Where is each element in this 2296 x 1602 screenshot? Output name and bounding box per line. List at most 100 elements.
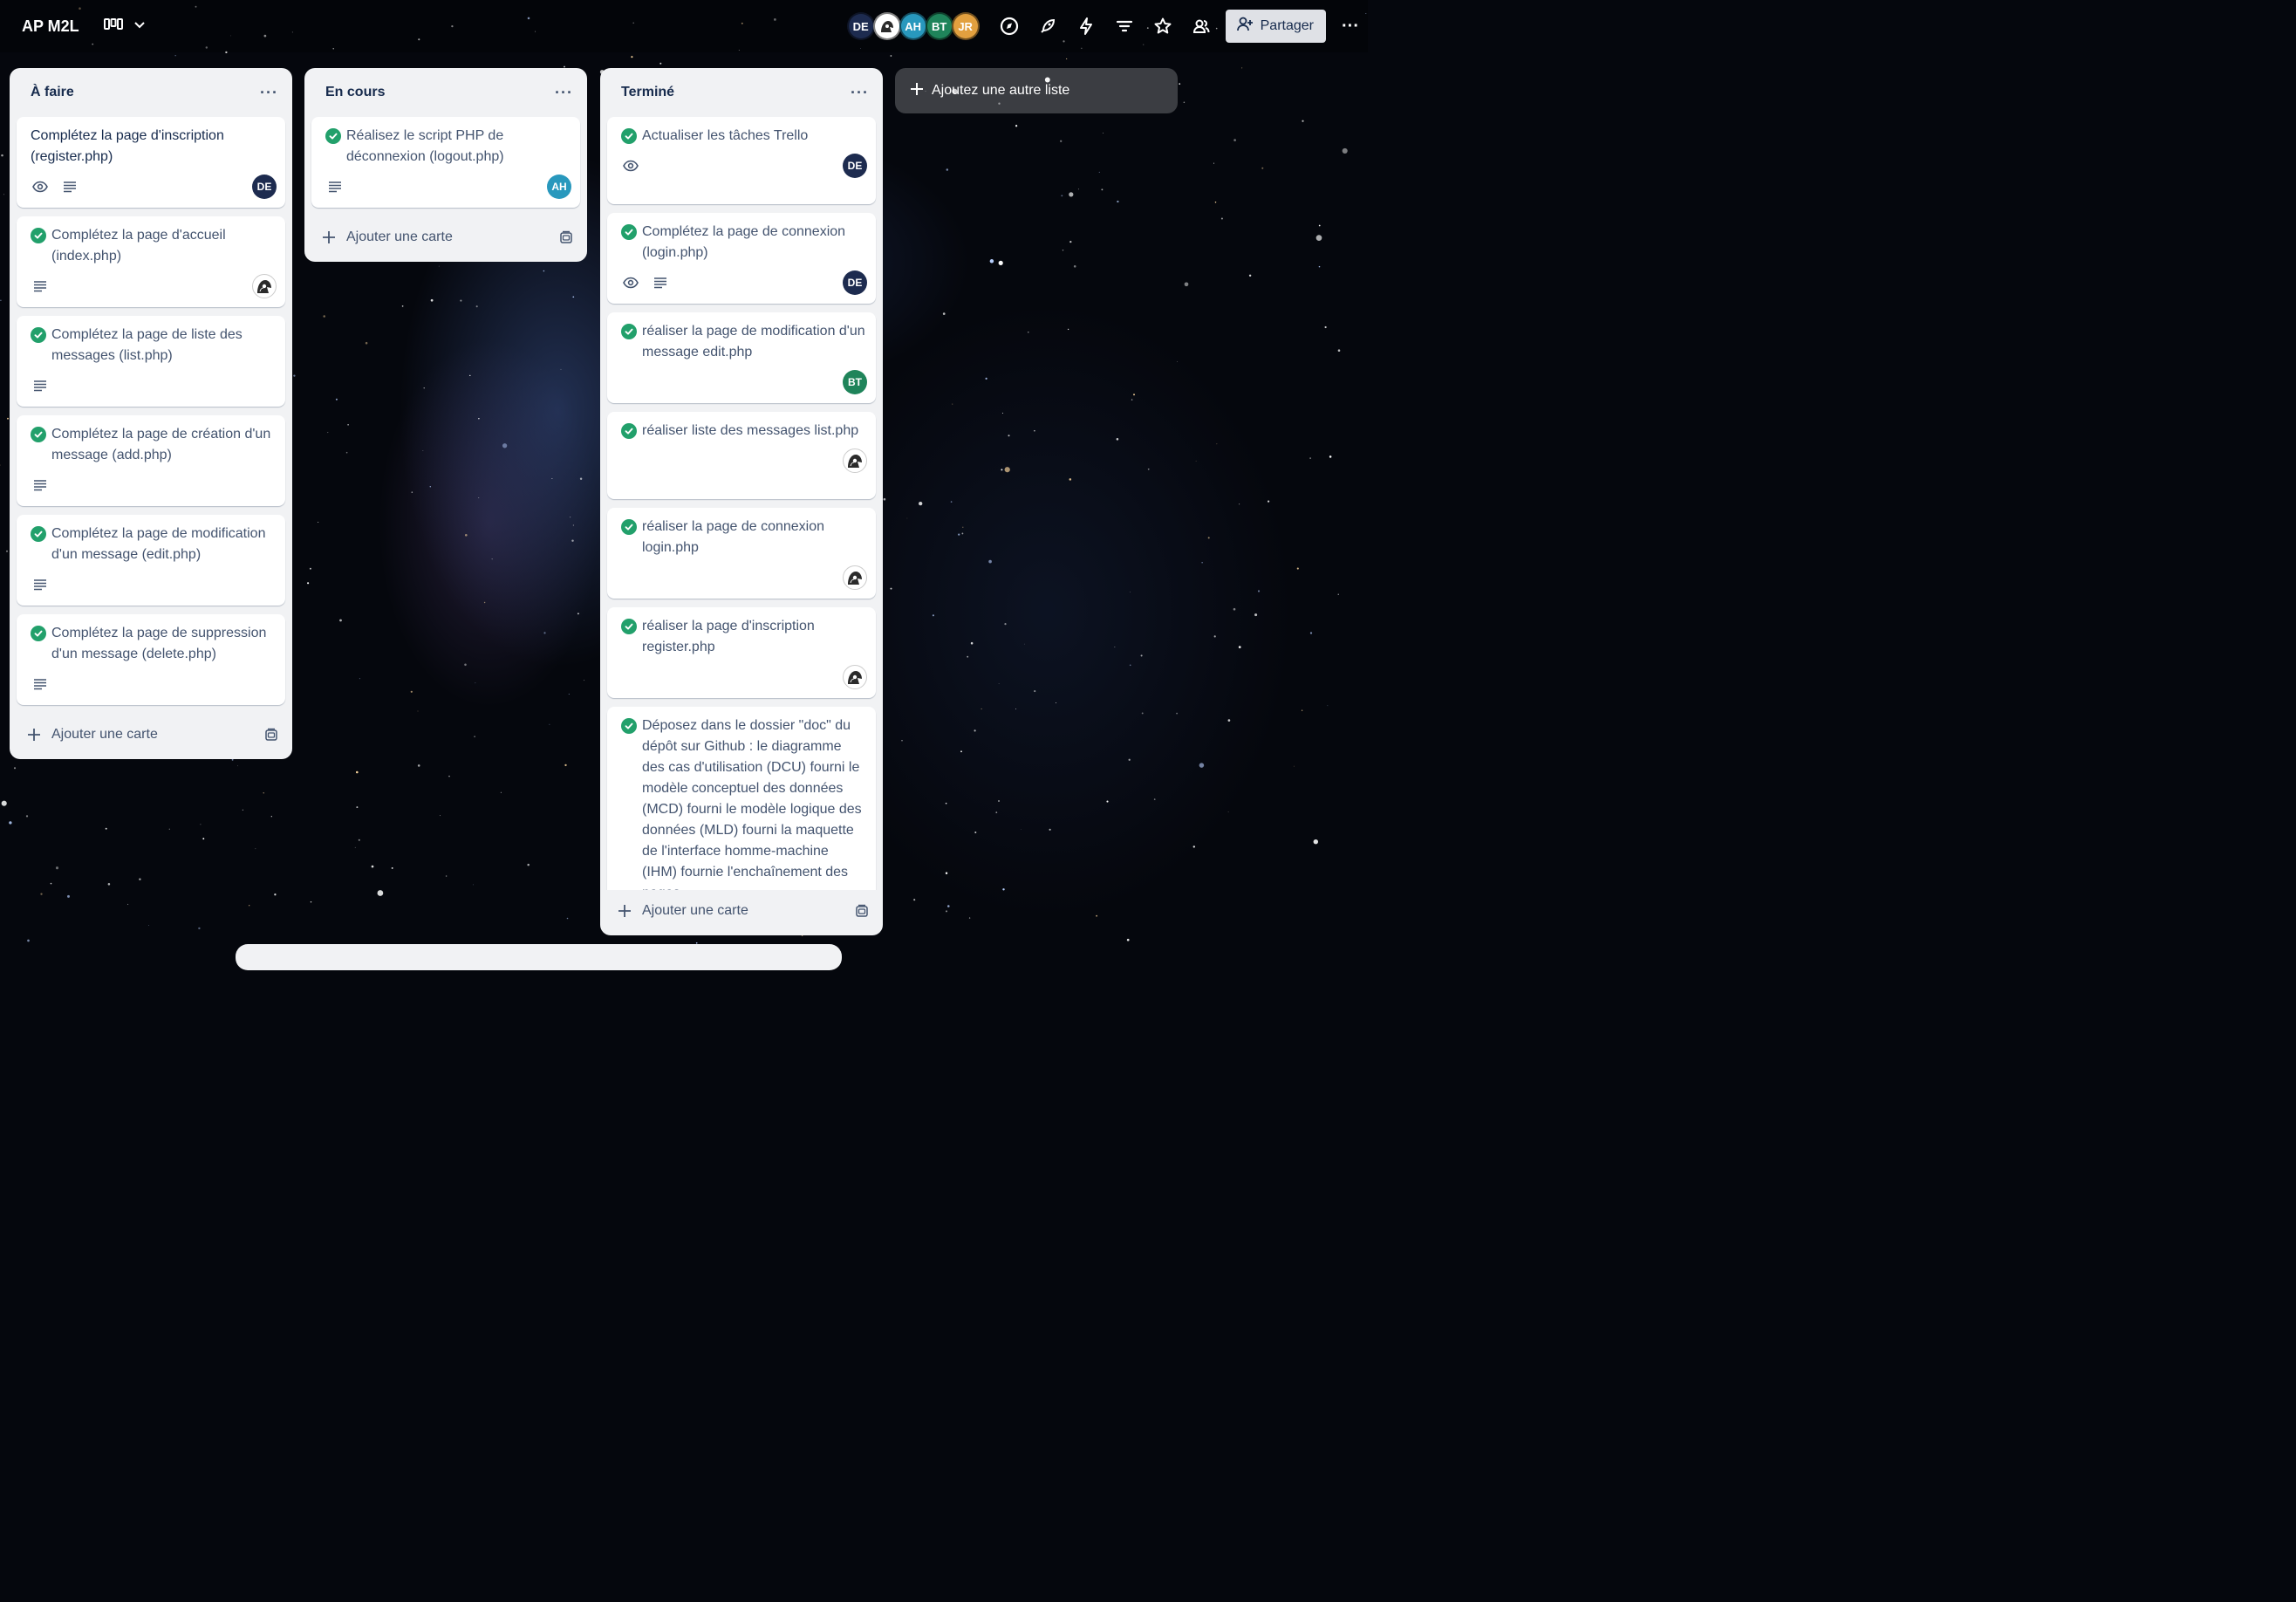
star-icon[interactable]	[1144, 7, 1182, 45]
list-termine: Terminé ··· Actualiser les tâches Trello DE…	[600, 68, 883, 935]
card-badges	[621, 275, 668, 291]
card[interactable]: Réalisez le script PHP de déconnexion (l…	[311, 117, 580, 208]
check-circle-icon[interactable]	[31, 327, 46, 343]
card-footer: AH	[325, 173, 571, 201]
list-menu-icon[interactable]: ···	[851, 84, 869, 102]
list-title[interactable]: En cours	[325, 85, 385, 100]
board-title[interactable]: AP M2L	[22, 17, 79, 36]
member-avatar[interactable]: DE	[252, 175, 277, 199]
member-avatar[interactable]	[252, 274, 277, 298]
check-circle-icon[interactable]	[621, 619, 637, 634]
card[interactable]: Complétez la page de suppression d'un me…	[17, 614, 285, 705]
member-avatar[interactable]	[843, 448, 867, 473]
check-circle-icon[interactable]	[31, 626, 46, 641]
visibility-icon[interactable]	[1182, 7, 1220, 45]
card-title: Complétez la page de création d'un messa…	[31, 424, 277, 466]
member-avatar[interactable]	[843, 565, 867, 590]
card-title: réaliser la page d'inscription register.…	[621, 616, 867, 658]
card-footer	[31, 372, 277, 400]
card-title-text: réaliser la page d'inscription register.…	[642, 619, 815, 654]
list-title[interactable]: Terminé	[621, 85, 674, 100]
view-switcher[interactable]	[103, 17, 146, 36]
member-avatar[interactable]: AH	[899, 12, 927, 40]
list-menu-icon[interactable]: ···	[260, 84, 278, 102]
card-template-icon[interactable]	[264, 728, 278, 742]
list-a-faire: À faire ··· Complétez la page d'inscriptio…	[10, 68, 292, 759]
card-badges	[31, 378, 48, 394]
member-avatar[interactable]	[843, 665, 867, 689]
add-card-row: Ajouter une carte	[600, 890, 883, 932]
board-view-icon	[103, 17, 123, 36]
list-cards-scroll[interactable]: Réalisez le script PHP de déconnexion (l…	[304, 117, 587, 216]
chevron-down-icon	[133, 18, 146, 34]
member-avatar[interactable]: DE	[843, 270, 867, 295]
check-circle-icon[interactable]	[621, 324, 637, 339]
card-footer	[31, 571, 277, 599]
more-icon[interactable]: ···	[1333, 17, 1368, 37]
add-card-label: Ajouter une carte	[346, 229, 453, 244]
card[interactable]: Complétez la page de modification d'un m…	[17, 515, 285, 606]
filter-icon[interactable]	[1105, 7, 1144, 45]
share-button[interactable]: Partager	[1225, 10, 1326, 43]
card[interactable]: Complétez la page d'accueil (index.php)	[17, 216, 285, 307]
check-circle-icon[interactable]	[621, 718, 637, 734]
card[interactable]: réaliser liste des messages list.php	[607, 412, 876, 499]
member-avatar[interactable]: DE	[846, 12, 875, 40]
plus-icon	[909, 81, 925, 101]
member-avatar[interactable]: AH	[547, 175, 571, 199]
automation-icon[interactable]	[1067, 7, 1105, 45]
check-circle-icon[interactable]	[621, 519, 637, 535]
card[interactable]: Actualiser les tâches Trello DE	[607, 117, 876, 204]
add-card-button[interactable]: Ajouter une carte	[27, 727, 158, 743]
board-bottom-bar[interactable]	[236, 944, 842, 970]
add-card-button[interactable]: Ajouter une carte	[618, 903, 748, 919]
list-menu-icon[interactable]: ···	[555, 84, 573, 102]
card[interactable]: réaliser la page de connexion login.php	[607, 508, 876, 599]
board-members[interactable]: DE AH BT JR	[846, 12, 980, 40]
description-icon	[32, 278, 48, 294]
member-avatar[interactable]: DE	[843, 154, 867, 178]
add-list-button[interactable]: Ajoutez une autre liste	[895, 68, 1178, 113]
card-title-text: réaliser la page de modification d'un me…	[642, 324, 865, 359]
add-card-label: Ajouter une carte	[51, 727, 158, 742]
list-cards-scroll[interactable]: Actualiser les tâches Trello DE Complétez …	[600, 117, 883, 890]
card-title: Complétez la page d'accueil (index.php)	[31, 225, 277, 267]
card-title: réaliser la page de connexion login.php	[621, 517, 867, 558]
card[interactable]: Complétez la page d'inscription (registe…	[17, 117, 285, 208]
card[interactable]: Déposez dans le dossier "doc" du dépôt s…	[607, 707, 876, 890]
member-avatar[interactable]: BT	[925, 12, 953, 40]
card-title-text: Complétez la page de suppression d'un me…	[51, 626, 267, 661]
card[interactable]: réaliser la page d'inscription register.…	[607, 607, 876, 698]
add-card-button[interactable]: Ajouter une carte	[322, 229, 453, 245]
list-cards-scroll[interactable]: Complétez la page d'inscription (registe…	[10, 117, 292, 714]
card[interactable]: Complétez la page de liste des messages …	[17, 316, 285, 407]
card-title: Complétez la page de modification d'un m…	[31, 524, 277, 565]
card-title-text: Actualiser les tâches Trello	[642, 128, 809, 143]
member-avatar[interactable]	[872, 12, 901, 40]
check-circle-icon[interactable]	[621, 224, 637, 240]
card-template-icon[interactable]	[559, 230, 573, 244]
check-circle-icon[interactable]	[621, 423, 637, 439]
rocket-icon[interactable]	[1028, 7, 1067, 45]
card-title: Complétez la page de connexion (login.ph…	[621, 222, 867, 264]
card-badges	[31, 676, 48, 692]
card[interactable]: réaliser la page de modification d'un me…	[607, 312, 876, 403]
card[interactable]: Complétez la page de création d'un messa…	[17, 415, 285, 506]
card-title: réaliser la page de modification d'un me…	[621, 321, 867, 363]
card-badges	[31, 577, 48, 592]
check-circle-icon[interactable]	[31, 228, 46, 243]
card-title-text: Déposez dans le dossier "doc" du dépôt s…	[642, 718, 862, 890]
card-footer: DE	[621, 152, 867, 180]
check-circle-icon[interactable]	[325, 128, 341, 144]
check-circle-icon[interactable]	[31, 427, 46, 442]
member-avatar[interactable]: JR	[951, 12, 980, 40]
list-title[interactable]: À faire	[31, 85, 74, 100]
card-title-text: Complétez la page d'accueil (index.php)	[51, 228, 226, 264]
card-template-icon[interactable]	[855, 904, 869, 918]
check-circle-icon[interactable]	[621, 128, 637, 144]
card[interactable]: Complétez la page de connexion (login.ph…	[607, 213, 876, 304]
card-footer: DE	[31, 173, 277, 201]
power-up-icon[interactable]	[990, 7, 1028, 45]
member-avatar[interactable]: BT	[843, 370, 867, 394]
check-circle-icon[interactable]	[31, 526, 46, 542]
